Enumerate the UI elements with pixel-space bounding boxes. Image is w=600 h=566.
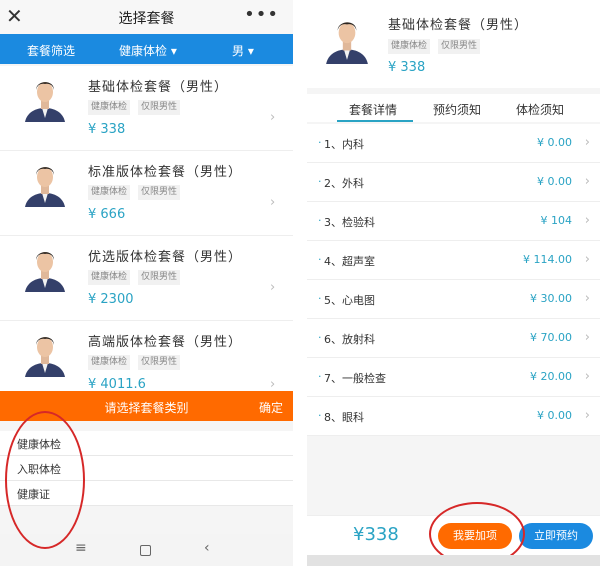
exam-item-label: 4、超声室: [324, 255, 375, 268]
package-card[interactable]: 优选版体检套餐（男性） 健康体检 仅限男性 ¥ 2300 ›: [0, 236, 293, 321]
package-name: 基础体检套餐（男性）: [388, 18, 529, 33]
tag-badge: 健康体检: [88, 100, 131, 115]
back-icon[interactable]: ‹: [204, 540, 210, 556]
bullet-icon: ·: [318, 370, 322, 383]
filter-bar: 套餐筛选 健康体检 ▾ 男 ▾: [0, 34, 293, 64]
exam-item-row[interactable]: · 5、心电图 ¥ 30.00 ›: [307, 280, 600, 319]
chevron-right-icon: ›: [270, 377, 276, 392]
avatar: [25, 82, 65, 122]
more-icon[interactable]: •••: [244, 4, 279, 25]
package-card[interactable]: 标准版体检套餐（男性） 健康体检 仅限男性 ¥ 666 ›: [0, 151, 293, 236]
exam-item-label: 3、检验科: [324, 216, 375, 229]
bullet-icon: ·: [318, 409, 322, 422]
exam-item-price: ¥ 0.00: [537, 175, 572, 188]
tag-badge: 仅限男性: [138, 100, 181, 115]
tag-badge: 仅限男性: [138, 355, 181, 370]
chevron-right-icon: ›: [270, 280, 276, 295]
exam-item-label: 5、心电图: [324, 294, 375, 307]
package-price: ¥ 338: [88, 122, 126, 137]
chevron-right-icon: ›: [584, 135, 590, 150]
annotation-circle: [5, 411, 85, 549]
package-select-screen: ✕ 选择套餐 ••• 套餐筛选 健康体检 ▾ 男 ▾ 基础体检套餐（男性） 健康…: [0, 0, 293, 566]
package-name: 高端版体检套餐（男性）: [88, 335, 243, 350]
package-filter-button[interactable]: 套餐筛选: [27, 42, 75, 59]
package-price: ¥ 666: [88, 207, 126, 222]
avatar: [25, 252, 65, 292]
package-price: ¥ 2300: [88, 292, 134, 307]
tag-badge: 仅限男性: [138, 185, 181, 200]
chevron-right-icon: ›: [584, 330, 590, 345]
chevron-right-icon: ›: [270, 110, 276, 125]
chevron-right-icon: ›: [584, 369, 590, 384]
exam-item-label: 2、外科: [324, 177, 364, 190]
exam-item-row[interactable]: · 4、超声室 ¥ 114.00 ›: [307, 241, 600, 280]
exam-item-row[interactable]: · 7、一般检查 ¥ 20.00 ›: [307, 358, 600, 397]
exam-item-label: 1、内科: [324, 138, 364, 151]
home-icon[interactable]: [140, 545, 151, 556]
bullet-icon: ·: [318, 136, 322, 149]
tab-exam-notes[interactable]: 体检须知: [516, 101, 564, 118]
tag-badge: 健康体检: [88, 185, 131, 200]
tab-booking-notes[interactable]: 预约须知: [433, 101, 481, 118]
bullet-icon: ·: [318, 214, 322, 227]
chevron-right-icon: ›: [584, 408, 590, 423]
detail-tabs: 套餐详情 预约须知 体检须知: [307, 94, 600, 122]
tag-badge: 健康体检: [88, 270, 131, 285]
exam-item-price: ¥ 104: [540, 214, 573, 227]
avatar: [326, 22, 368, 65]
exam-item-price: ¥ 20.00: [530, 370, 572, 383]
tab-package-details[interactable]: 套餐详情: [349, 101, 397, 118]
bottom-edge: [307, 555, 600, 566]
active-tab-indicator: [337, 120, 413, 122]
menu-icon[interactable]: ≡: [75, 540, 87, 556]
package-name: 标准版体检套餐（男性）: [88, 165, 243, 180]
chevron-right-icon: ›: [584, 291, 590, 306]
tag-badge: 健康体检: [388, 39, 431, 54]
gender-dropdown[interactable]: 男 ▾: [232, 42, 254, 59]
book-now-button[interactable]: 立即预约: [519, 523, 593, 549]
total-price: ¥338: [353, 524, 399, 545]
tag-badge: 仅限男性: [138, 270, 181, 285]
avatar: [25, 167, 65, 207]
exam-item-price: ¥ 0.00: [537, 136, 572, 149]
bullet-icon: ·: [318, 175, 322, 188]
package-name: 基础体检套餐（男性）: [88, 80, 229, 95]
package-detail-screen: 基础体检套餐（男性） 健康体检 仅限男性 ¥ 338 套餐详情 预约须知 体检须…: [307, 0, 600, 566]
chevron-right-icon: ›: [584, 252, 590, 267]
tag-badge: 仅限男性: [438, 39, 481, 54]
exam-item-label: 7、一般检查: [324, 372, 386, 385]
package-card[interactable]: 基础体检套餐（男性） 健康体检 仅限男性 ¥ 338 ›: [0, 66, 293, 151]
category-dropdown[interactable]: 健康体检 ▾: [119, 42, 177, 59]
avatar: [25, 337, 65, 377]
package-price: ¥ 338: [388, 60, 426, 75]
exam-item-row[interactable]: · 2、外科 ¥ 0.00 ›: [307, 163, 600, 202]
bullet-icon: ·: [318, 253, 322, 266]
bullet-icon: ·: [318, 331, 322, 344]
exam-item-price: ¥ 70.00: [530, 331, 572, 344]
exam-item-row[interactable]: · 6、放射科 ¥ 70.00 ›: [307, 319, 600, 358]
confirm-button[interactable]: 确定: [259, 399, 283, 416]
exam-item-row[interactable]: · 3、检验科 ¥ 104 ›: [307, 202, 600, 241]
bullet-icon: ·: [318, 292, 322, 305]
package-card[interactable]: 高端版体检套餐（男性） 健康体检 仅限男性 ¥ 4011.6 ›: [0, 321, 293, 392]
exam-item-row[interactable]: · 1、内科 ¥ 0.00 ›: [307, 124, 600, 163]
title-bar: ✕ 选择套餐 •••: [0, 0, 293, 35]
exam-item-label: 8、眼科: [324, 411, 364, 424]
exam-item-price: ¥ 30.00: [530, 292, 572, 305]
chevron-right-icon: ›: [270, 195, 276, 210]
chevron-right-icon: ›: [584, 174, 590, 189]
exam-item-price: ¥ 114.00: [523, 253, 572, 266]
package-name: 优选版体检套餐（男性）: [88, 250, 243, 265]
package-price: ¥ 4011.6: [88, 377, 146, 392]
chevron-right-icon: ›: [584, 213, 590, 228]
exam-item-row[interactable]: · 8、眼科 ¥ 0.00 ›: [307, 397, 600, 436]
exam-item-label: 6、放射科: [324, 333, 375, 346]
package-header: 基础体检套餐（男性） 健康体检 仅限男性 ¥ 338: [307, 0, 600, 88]
exam-item-price: ¥ 0.00: [537, 409, 572, 422]
tag-badge: 健康体检: [88, 355, 131, 370]
